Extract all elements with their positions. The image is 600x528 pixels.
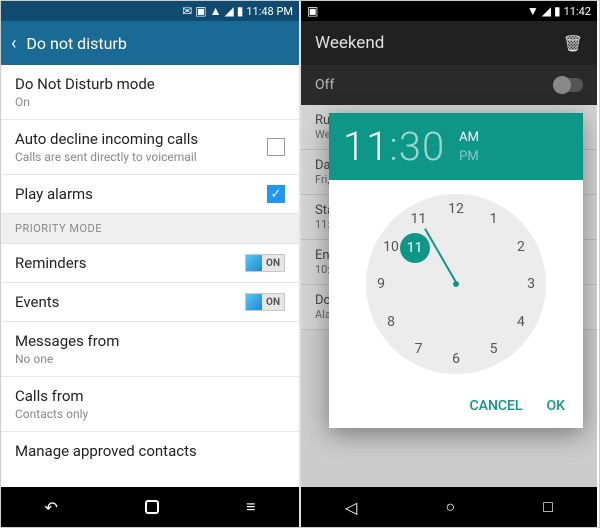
nav-recent-icon[interactable]: □	[543, 497, 553, 517]
delete-icon[interactable]: 🗑	[563, 34, 583, 53]
messages-from-value: No one	[15, 352, 285, 366]
clock-number[interactable]: 3	[519, 272, 543, 296]
off-label: Off	[315, 77, 334, 93]
row-play-alarms[interactable]: Play alarms ✓	[1, 175, 299, 214]
header-bar-r: Weekend 🗑	[301, 21, 597, 65]
nav-back-icon[interactable]: ◁	[345, 498, 357, 517]
selected-hour[interactable]: 11	[400, 233, 430, 263]
clock-number[interactable]: 8	[379, 310, 403, 334]
status-time: 11:48 PM	[246, 5, 293, 18]
signal-icon: ◢	[542, 4, 551, 18]
status-bar: ✉ ▣ ▲ ◢ ▮ 11:48 PM	[1, 1, 299, 21]
play-alarms-label: Play alarms	[15, 185, 267, 203]
header-bar: ‹ Do not disturb	[1, 21, 299, 65]
messages-from-label: Messages from	[15, 332, 285, 350]
nav-recent-icon[interactable]: ≡	[246, 497, 255, 517]
clock-face[interactable]: 11 12 12 3 45678 9 1011	[366, 194, 546, 374]
page-title: Do not disturb	[26, 34, 126, 53]
clock-number[interactable]: 12	[444, 197, 468, 221]
row-events[interactable]: Events ON	[1, 283, 299, 322]
row-messages-from[interactable]: Messages from No one	[1, 322, 299, 377]
wifi-icon: ▼	[527, 4, 539, 18]
events-toggle[interactable]: ON	[245, 293, 285, 311]
auto-decline-sub: Calls are sent directly to voicemail	[15, 150, 267, 164]
dnd-mode-label: Do Not Disturb mode	[15, 75, 285, 93]
mail-icon: ✉	[182, 4, 192, 18]
clock-number[interactable]: 4	[509, 310, 533, 334]
signal-icon: ◢	[224, 4, 233, 18]
clock-number[interactable]: 11	[407, 207, 431, 231]
clock-hand	[424, 228, 458, 284]
nav-back-icon[interactable]: ↶	[45, 498, 58, 517]
settings-list: Do Not Disturb mode On Auto decline inco…	[1, 65, 299, 487]
events-label: Events	[15, 293, 245, 311]
cancel-button[interactable]: CANCEL	[470, 398, 523, 414]
battery-icon: ▮	[237, 4, 244, 18]
clock-number[interactable]: 9	[369, 272, 393, 296]
off-row[interactable]: Off	[301, 65, 597, 105]
hour-value[interactable]: 11	[343, 123, 389, 170]
pm-option[interactable]: PM	[459, 149, 479, 164]
row-approved-contacts[interactable]: Manage approved contacts	[1, 432, 299, 470]
play-alarms-checkbox[interactable]: ✓	[267, 185, 285, 203]
nav-bar: ↶ ≡	[1, 487, 299, 527]
calls-from-value: Contacts only	[15, 407, 285, 421]
time-picker-dialog: 11:30 AM PM 11 121234567891011 CANCEL	[329, 113, 583, 428]
nav-home-icon[interactable]	[145, 500, 159, 514]
clock-area: 11 12 12 3 45678 9 1011	[329, 180, 583, 388]
reminders-label: Reminders	[15, 254, 245, 272]
reminders-toggle[interactable]: ON	[245, 254, 285, 272]
section-priority: PRIORITY MODE	[1, 214, 299, 244]
minute-value[interactable]: 30	[399, 123, 445, 170]
content-area: Rule n Weeke Days Fri, Sat Start ti 11:3…	[301, 105, 597, 487]
enable-switch[interactable]	[553, 78, 583, 92]
auto-decline-checkbox[interactable]	[267, 138, 285, 156]
row-calls-from[interactable]: Calls from Contacts only	[1, 377, 299, 432]
right-screen: ▣ ▼ ◢ ▮ 11:42 Weekend 🗑 Off Rule n Weeke…	[301, 1, 597, 527]
clock-number[interactable]: 7	[407, 337, 431, 361]
dialog-actions: CANCEL OK	[329, 388, 583, 428]
row-auto-decline[interactable]: Auto decline incoming calls Calls are se…	[1, 120, 299, 175]
wifi-icon: ▲	[210, 4, 222, 18]
page-title-r: Weekend	[315, 33, 384, 53]
left-screen: ✉ ▣ ▲ ◢ ▮ 11:48 PM ‹ Do not disturb Do N…	[1, 1, 301, 527]
image-icon: ▣	[307, 4, 318, 18]
status-bar-r: ▣ ▼ ◢ ▮ 11:42	[301, 1, 597, 21]
ampm-group: AM PM	[459, 130, 479, 164]
time-display: 11:30	[343, 123, 445, 170]
clock-number[interactable]: 6	[444, 347, 468, 371]
approved-label: Manage approved contacts	[15, 442, 285, 460]
chat-icon: ▣	[195, 4, 206, 18]
calls-from-label: Calls from	[15, 387, 285, 405]
nav-bar-r: ◁ ○ □	[301, 487, 597, 527]
dnd-mode-value: On	[15, 95, 285, 109]
row-dnd-mode[interactable]: Do Not Disturb mode On	[1, 65, 299, 120]
am-option[interactable]: AM	[459, 130, 479, 145]
clock-number[interactable]: 5	[482, 337, 506, 361]
clock-number[interactable]: 2	[509, 235, 533, 259]
clock-number[interactable]: 1	[482, 207, 506, 231]
auto-decline-label: Auto decline incoming calls	[15, 130, 267, 148]
status-time-r: 11:42	[564, 5, 591, 18]
nav-home-icon[interactable]: ○	[445, 497, 455, 517]
row-reminders[interactable]: Reminders ON	[1, 244, 299, 283]
battery-icon: ▮	[554, 4, 561, 18]
back-icon[interactable]: ‹	[11, 33, 16, 54]
clock-number[interactable]: 10	[379, 235, 403, 259]
time-picker-header: 11:30 AM PM	[329, 113, 583, 180]
ok-button[interactable]: OK	[547, 398, 566, 414]
